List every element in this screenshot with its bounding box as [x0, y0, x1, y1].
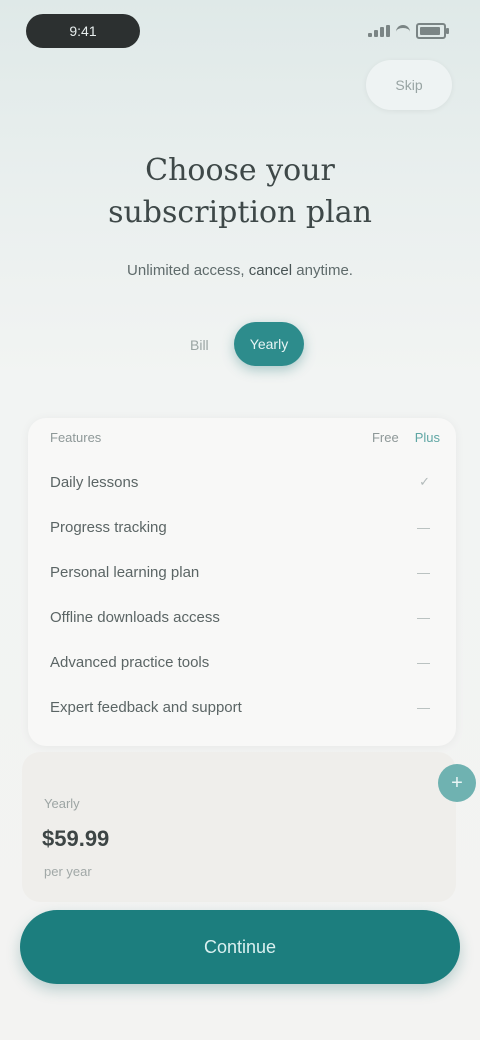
feature-row: Progress tracking — [50, 507, 440, 547]
feature-label: Offline downloads access [50, 608, 220, 626]
continue-button[interactable]: Continue [20, 910, 460, 984]
feature-row: Advanced practice tools — [50, 642, 440, 682]
features-card-header: Features Free Plus [50, 430, 440, 454]
feature-label: Daily lessons [50, 473, 139, 491]
feature-value: — [417, 519, 430, 535]
status-time: 9:41 [26, 14, 140, 48]
plus-icon[interactable]: + [438, 764, 476, 802]
subtitle-part-2: cancel [248, 262, 293, 279]
plan-price-caption: per year [44, 864, 92, 879]
title-line-2: subscription plan [108, 195, 372, 230]
skip-button[interactable]: Skip [366, 60, 452, 110]
plan-option-card[interactable]: Yearly $59.99 per year [22, 752, 456, 902]
subtitle-part-3: anytime. [296, 262, 353, 279]
signal-icon [368, 25, 390, 37]
feature-label: Personal learning plan [50, 563, 200, 581]
feature-label: Advanced practice tools [50, 653, 210, 671]
subtitle: Unlimited access, cancel anytime. [30, 262, 450, 279]
feature-row: Daily lessons ✓ [50, 462, 440, 502]
status-bar: 9:41 [0, 0, 480, 64]
feature-row: Personal learning plan — [50, 552, 440, 592]
billing-toggle[interactable]: Bill Yearly [190, 322, 320, 370]
feature-row: Offline downloads access — [50, 597, 440, 637]
free-column-label: Free [371, 430, 399, 445]
feature-label: Progress tracking [50, 518, 167, 536]
billing-toggle-active[interactable]: Yearly [234, 322, 304, 366]
feature-value: ✓ [419, 474, 430, 489]
feature-value: — [417, 654, 430, 670]
battery-icon [416, 23, 449, 39]
feature-value: — [417, 609, 430, 625]
plan-period-label: Yearly [44, 796, 80, 811]
page-title: Choose your subscription plan [40, 150, 440, 234]
billing-toggle-label: Bill [190, 337, 209, 353]
feature-label: Expert feedback and support [50, 698, 242, 716]
feature-row: Expert feedback and support — [50, 687, 440, 727]
status-icons [354, 22, 449, 40]
features-card: Features Free Plus Daily lessons ✓ Progr… [28, 418, 456, 746]
subtitle-part-1: Unlimited access, [127, 262, 245, 279]
title-line-1: Choose your [145, 153, 335, 188]
plan-price: $59.99 [42, 826, 110, 851]
wifi-icon [396, 24, 410, 38]
plus-column-label: Plus [414, 430, 440, 445]
feature-value: — [417, 699, 430, 715]
feature-value: — [417, 564, 430, 580]
features-header-label: Features [50, 430, 102, 445]
